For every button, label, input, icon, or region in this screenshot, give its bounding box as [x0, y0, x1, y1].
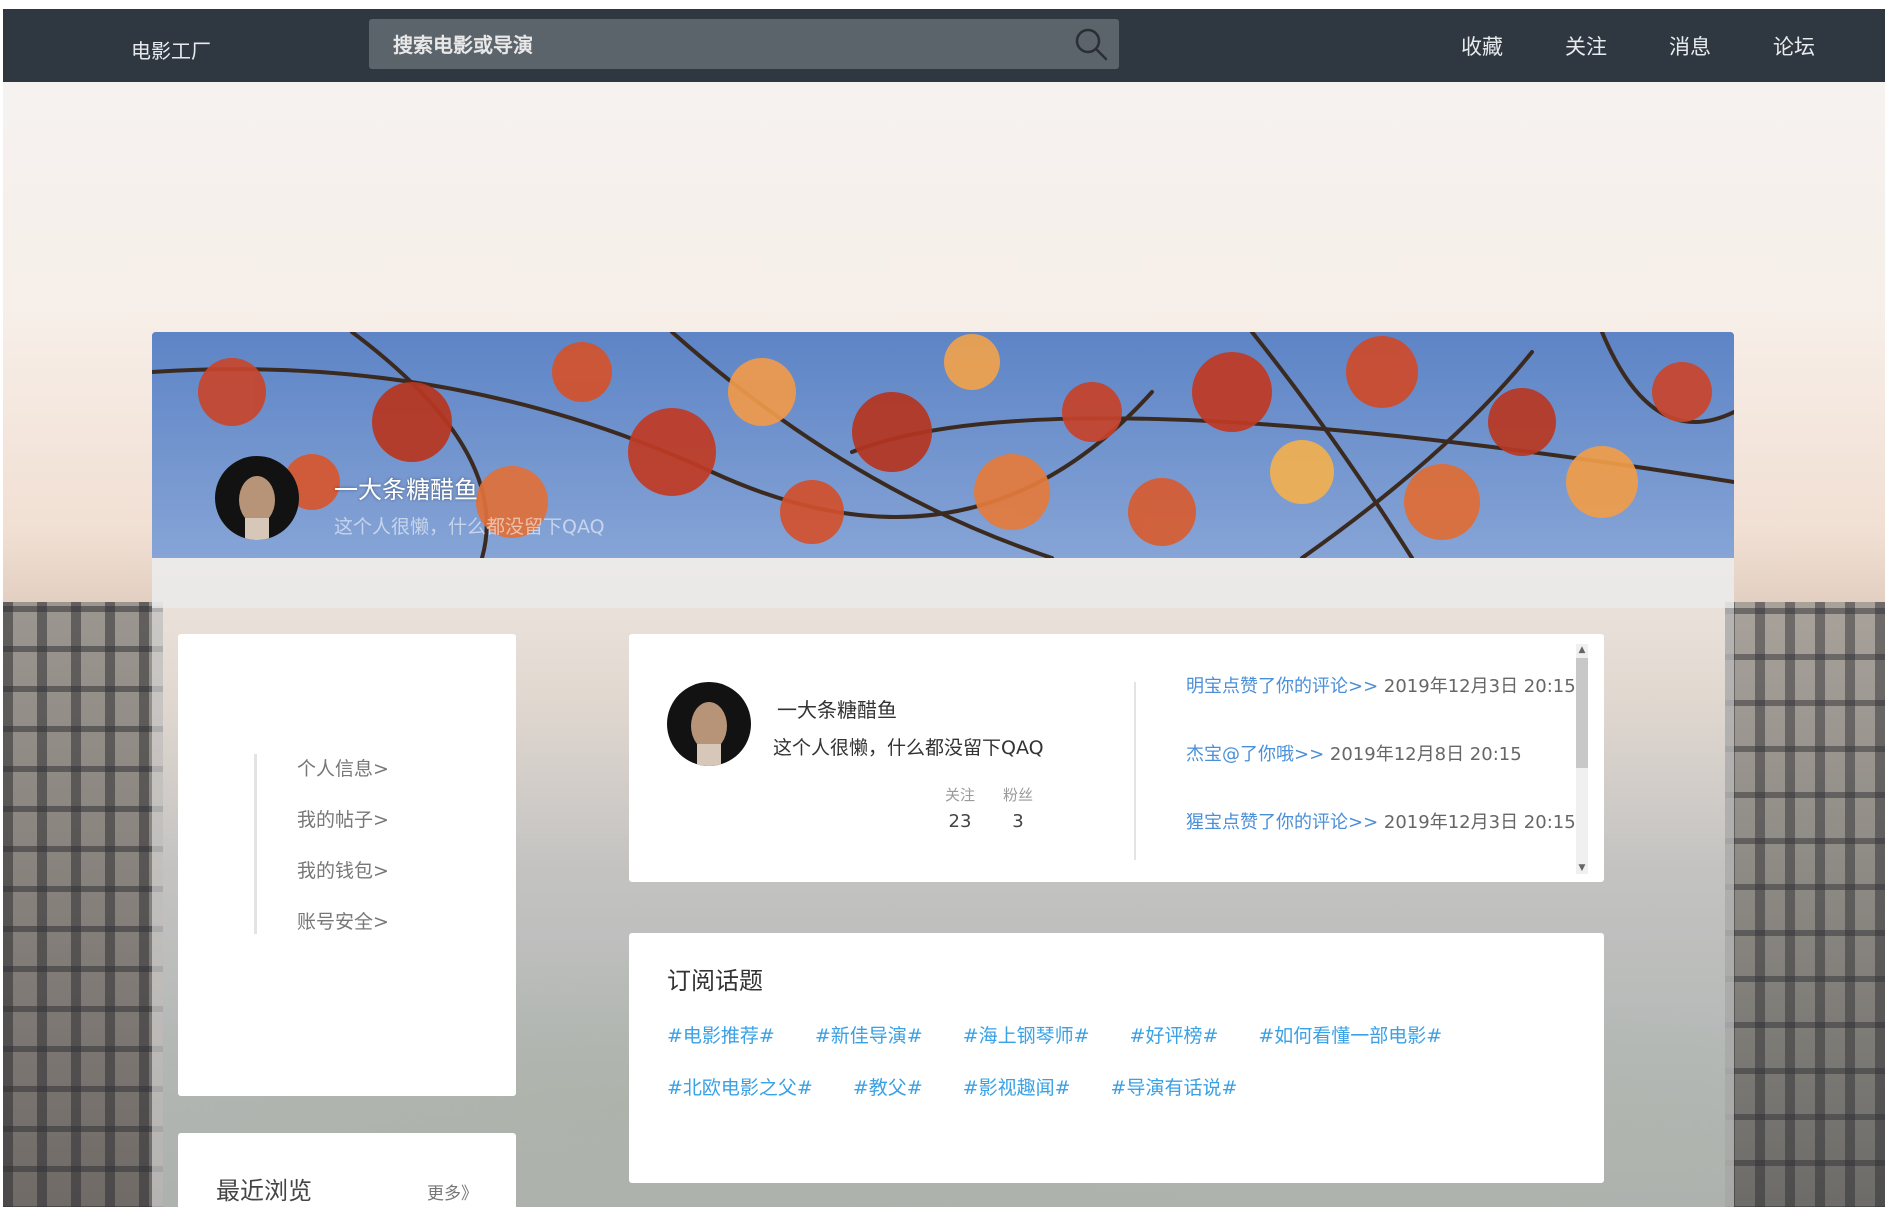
topic-tag[interactable]: #影视趣闻#	[963, 1073, 1071, 1125]
profile-card: 一大条糖醋鱼 这个人很懒，什么都没留下QAQ 关注 23 粉丝 3 明宝点赞了你…	[629, 634, 1604, 882]
recent-browse-card: 最近浏览 更多》	[178, 1133, 516, 1223]
sidebar-item-account-security[interactable]: 账号安全>	[297, 907, 389, 958]
nav-favorites[interactable]: 收藏	[1461, 31, 1503, 61]
avatar-portrait	[691, 702, 727, 766]
topic-row: #电影推荐# #新佳导演# #海上钢琴师# #好评榜# #如何看懂一部电影#	[667, 1021, 1567, 1073]
topic-row: #北欧电影之父# #教父# #影视趣闻# #导演有话说#	[667, 1073, 1567, 1125]
topic-tag[interactable]: #导演有话说#	[1111, 1073, 1238, 1125]
follow-count: 23	[948, 811, 972, 832]
brand-logo[interactable]: 电影工厂	[131, 35, 211, 64]
search-box	[369, 19, 1119, 69]
cover-bio: 这个人很懒，什么都没留下QAQ	[334, 516, 605, 538]
cover-banner: 一大条糖醋鱼 这个人很懒，什么都没留下QAQ	[152, 332, 1734, 558]
notification-link[interactable]: 杰宝@了你哦>>	[1186, 744, 1324, 765]
scroll-thumb[interactable]	[1576, 658, 1588, 768]
topic-tag[interactable]: #电影推荐#	[667, 1021, 775, 1073]
recent-title: 最近浏览	[216, 1177, 312, 1205]
sidebar-item-my-posts[interactable]: 我的帖子>	[297, 805, 389, 856]
nav-forum[interactable]: 论坛	[1773, 31, 1815, 61]
avatar-portrait	[239, 476, 275, 540]
top-navigation-bar: 电影工厂 收藏 关注 消息 论坛	[3, 9, 1885, 82]
cover-avatar[interactable]	[215, 456, 299, 540]
notification-item: 明宝点赞了你的评论>> 2019年12月3日 20:15	[1186, 672, 1576, 740]
scroll-up-arrow-icon[interactable]: ▲	[1576, 644, 1588, 656]
scroll-down-arrow-icon[interactable]: ▼	[1576, 862, 1588, 874]
sidebar-menu-card: 个人信息> 我的帖子> 我的钱包> 账号安全>	[178, 634, 516, 1096]
topic-list: #电影推荐# #新佳导演# #海上钢琴师# #好评榜# #如何看懂一部电影# #…	[667, 1021, 1567, 1125]
search-icon[interactable]	[1073, 26, 1109, 62]
profile-avatar[interactable]	[667, 682, 751, 766]
notification-scrollbar[interactable]: ▲ ▼	[1576, 644, 1588, 874]
profile-username: 一大条糖醋鱼	[777, 698, 897, 722]
fans-count: 3	[1012, 811, 1024, 832]
sidebar-item-my-wallet[interactable]: 我的钱包>	[297, 856, 389, 907]
topic-tag[interactable]: #如何看懂一部电影#	[1258, 1021, 1442, 1073]
search-input[interactable]	[391, 31, 1035, 59]
notification-item: 杰宝@了你哦>> 2019年12月8日 20:15	[1186, 740, 1576, 808]
fans-stat[interactable]: 粉丝 3	[1003, 784, 1033, 832]
cover-username: 一大条糖醋鱼	[334, 476, 478, 504]
profile-divider	[1134, 682, 1136, 860]
buildings-right	[1725, 602, 1885, 1207]
nav-following[interactable]: 关注	[1565, 31, 1607, 61]
follow-stat[interactable]: 关注 23	[945, 784, 975, 832]
notification-item: 猩宝点赞了你的评论>> 2019年12月3日 20:15	[1186, 808, 1576, 876]
topic-tag[interactable]: #北欧电影之父#	[667, 1073, 813, 1125]
topic-tag[interactable]: #教父#	[853, 1073, 923, 1125]
cover-strip	[152, 558, 1734, 608]
subscribed-topics-card: 订阅话题 #电影推荐# #新佳导演# #海上钢琴师# #好评榜# #如何看懂一部…	[629, 933, 1604, 1183]
topic-tag[interactable]: #海上钢琴师#	[963, 1021, 1090, 1073]
profile-stats: 关注 23 粉丝 3	[945, 784, 1033, 832]
notification-list: 明宝点赞了你的评论>> 2019年12月3日 20:15 杰宝@了你哦>> 20…	[1186, 672, 1576, 876]
topics-title: 订阅话题	[667, 967, 763, 995]
follow-label: 关注	[945, 786, 976, 804]
nav-messages[interactable]: 消息	[1669, 31, 1711, 61]
notification-time: 2019年12月3日 20:15	[1383, 812, 1576, 833]
topic-tag[interactable]: #好评榜#	[1130, 1021, 1219, 1073]
fans-label: 粉丝	[1003, 786, 1034, 804]
notification-link[interactable]: 明宝点赞了你的评论>>	[1186, 676, 1378, 697]
profile-bio: 这个人很懒，什么都没留下QAQ	[773, 737, 1044, 759]
topic-tag[interactable]: #新佳导演#	[815, 1021, 923, 1073]
notification-time: 2019年12月8日 20:15	[1329, 744, 1522, 765]
sidebar-item-personal-info[interactable]: 个人信息>	[297, 754, 389, 805]
notification-link[interactable]: 猩宝点赞了你的评论>>	[1186, 812, 1378, 833]
buildings-left	[3, 602, 163, 1207]
recent-more-link[interactable]: 更多》	[427, 1179, 478, 1204]
sidebar-menu: 个人信息> 我的帖子> 我的钱包> 账号安全>	[254, 754, 389, 934]
notification-time: 2019年12月3日 20:15	[1383, 676, 1576, 697]
nav-links: 收藏 关注 消息 论坛	[1461, 31, 1815, 61]
